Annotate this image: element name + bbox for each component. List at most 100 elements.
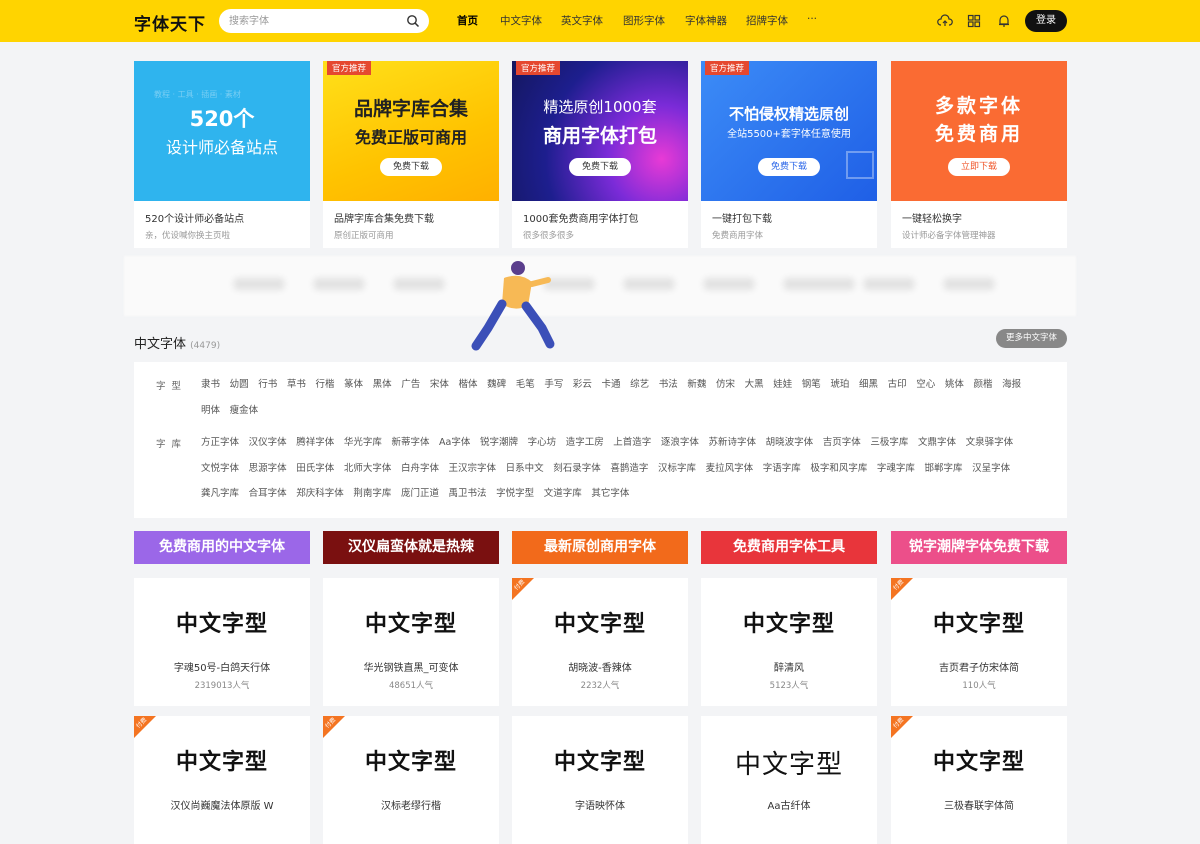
type-option[interactable]: 书法 [659, 372, 678, 398]
type-option[interactable]: 篆体 [344, 372, 363, 398]
lib-option[interactable]: 郑庆科字体 [296, 481, 344, 507]
lib-option[interactable]: Aa字体 [439, 430, 470, 456]
lib-option[interactable]: 王汉宗字体 [449, 456, 497, 482]
type-option[interactable]: 姚体 [945, 372, 964, 398]
font-card[interactable]: 中文字型 华光钢铁直黑_可变体 48651人气 [323, 578, 499, 706]
free-download-button[interactable]: 免费下载 [758, 158, 820, 176]
lib-option[interactable]: 字悦字型 [496, 481, 534, 507]
type-option[interactable]: 黑体 [373, 372, 392, 398]
lib-option[interactable]: 汉呈字体 [972, 456, 1010, 482]
banner-card[interactable]: 教程 · 工具 · 插画 · 素材 520个 设计师必备站点 520个设计师必备… [134, 61, 310, 248]
login-button[interactable]: 登录 [1025, 10, 1067, 32]
lib-option[interactable]: 苏新诗字体 [709, 430, 757, 456]
promo-banner[interactable]: 最新原创商用字体 [512, 531, 688, 564]
banner-card[interactable]: 官方推荐 精选原创1000套 商用字体打包 免费下载 1000套免费商用字体打包… [512, 61, 688, 248]
site-logo[interactable]: 字体天下 [134, 10, 206, 35]
type-option[interactable]: 新魏 [687, 372, 706, 398]
font-card[interactable]: 中文字型 字魂50号-白鸽天行体 2319013人气 [134, 578, 310, 706]
free-download-button[interactable]: 免费下载 [569, 158, 631, 176]
lib-option[interactable]: 华光字库 [344, 430, 382, 456]
font-name[interactable]: 字语映怀体 [512, 797, 688, 812]
lib-option[interactable]: 其它字体 [591, 481, 629, 507]
lib-option[interactable]: 造字工房 [566, 430, 604, 456]
nav-signboard-fonts[interactable]: 招牌字体 [746, 13, 788, 28]
font-name[interactable]: 吉页君子仿宋体简 [891, 659, 1067, 674]
lib-option[interactable]: 字语字库 [763, 456, 801, 482]
type-option[interactable]: 行书 [258, 372, 277, 398]
type-option[interactable]: 魏碑 [487, 372, 506, 398]
lib-option[interactable]: 白舟字体 [401, 456, 439, 482]
lib-option[interactable]: 新蒂字体 [391, 430, 429, 456]
font-card[interactable]: 付费 中文字型 汉标老缪行楷 [323, 716, 499, 844]
lib-option[interactable]: 三极字库 [870, 430, 908, 456]
nav-home[interactable]: 首页 [457, 13, 478, 28]
banner-card[interactable]: 官方推荐 品牌字库合集 免费正版可商用 免费下载 品牌字库合集免费下载 原创正版… [323, 61, 499, 248]
type-option[interactable]: 综艺 [630, 372, 649, 398]
search-box[interactable] [219, 9, 429, 33]
lib-option[interactable]: 汉仪字体 [249, 430, 287, 456]
type-option[interactable]: 毛笔 [516, 372, 535, 398]
lib-option[interactable]: 汉标字库 [658, 456, 696, 482]
notification-bell-icon[interactable] [996, 13, 1012, 29]
type-option[interactable]: 行楷 [315, 372, 334, 398]
lib-option[interactable]: 荆南字库 [353, 481, 391, 507]
type-option[interactable]: 广告 [401, 372, 420, 398]
font-card[interactable]: 付费 中文字型 胡晓波-香辣体 2232人气 [512, 578, 688, 706]
lib-option[interactable]: 庞门正道 [401, 481, 439, 507]
font-name[interactable]: 汉仪尚巍魔法体原版 W [134, 797, 310, 812]
lib-option[interactable]: 文鼎字体 [918, 430, 956, 456]
type-option[interactable]: 琥珀 [830, 372, 849, 398]
lib-option[interactable]: 字魂字库 [877, 456, 915, 482]
type-option[interactable]: 大黑 [745, 372, 764, 398]
lib-option[interactable]: 腾祥字体 [296, 430, 334, 456]
lib-option[interactable]: 文悦字体 [201, 456, 239, 482]
type-option[interactable]: 楷体 [458, 372, 477, 398]
lib-option[interactable]: 麦拉风字体 [706, 456, 754, 482]
type-option[interactable]: 海报 [1002, 372, 1021, 398]
type-option[interactable]: 娃娃 [773, 372, 792, 398]
lib-option[interactable]: 禹卫书法 [449, 481, 487, 507]
font-name[interactable]: Aa古纤体 [701, 797, 877, 812]
font-name[interactable]: 胡晓波-香辣体 [512, 659, 688, 674]
lib-option[interactable]: 邯郸字库 [925, 456, 963, 482]
lib-option[interactable]: 文泉驿字体 [966, 430, 1014, 456]
lib-option[interactable]: 喜鹊造字 [610, 456, 648, 482]
promo-banner[interactable]: 锐字潮牌字体免费下载 [891, 531, 1067, 564]
download-now-button[interactable]: 立即下载 [948, 158, 1010, 176]
font-card[interactable]: 中文字型 Aa古纤体 [701, 716, 877, 844]
upload-cloud-icon[interactable] [937, 13, 953, 29]
lib-option[interactable]: 龚凡字库 [201, 481, 239, 507]
font-card[interactable]: 付费 中文字型 三极春联字体简 [891, 716, 1067, 844]
lib-option[interactable]: 字心坊 [528, 430, 557, 456]
search-input[interactable] [229, 13, 399, 29]
type-option[interactable]: 瘦金体 [230, 398, 259, 424]
nav-graphic-fonts[interactable]: 图形字体 [623, 13, 665, 28]
type-option[interactable]: 仿宋 [716, 372, 735, 398]
type-option[interactable]: 幼圆 [230, 372, 249, 398]
lib-option[interactable]: 思源字体 [249, 456, 287, 482]
font-name[interactable]: 华光钢铁直黑_可变体 [323, 659, 499, 674]
lib-option[interactable]: 日系中文 [506, 456, 544, 482]
type-option[interactable]: 细黑 [859, 372, 878, 398]
font-card[interactable]: 中文字型 醉清风 5123人气 [701, 578, 877, 706]
type-option[interactable]: 草书 [287, 372, 306, 398]
lib-option[interactable]: 逐浪字体 [661, 430, 699, 456]
font-name[interactable]: 字魂50号-白鸽天行体 [134, 659, 310, 674]
promo-banner[interactable]: 免费商用的中文字体 [134, 531, 310, 564]
type-option[interactable]: 明体 [201, 398, 220, 424]
lib-option[interactable]: 上首造字 [613, 430, 651, 456]
search-icon[interactable] [406, 14, 420, 28]
font-name[interactable]: 汉标老缪行楷 [323, 797, 499, 812]
type-option[interactable]: 宋体 [430, 372, 449, 398]
nav-font-tools[interactable]: 字体神器 [685, 13, 727, 28]
font-name[interactable]: 醉清风 [701, 659, 877, 674]
lib-option[interactable]: 胡晓波字体 [766, 430, 814, 456]
type-option[interactable]: 卡通 [602, 372, 621, 398]
type-option[interactable]: 空心 [916, 372, 935, 398]
font-name[interactable]: 三极春联字体简 [891, 797, 1067, 812]
lib-option[interactable]: 锐字潮牌 [480, 430, 518, 456]
type-option[interactable]: 彩云 [573, 372, 592, 398]
type-option[interactable]: 颜楷 [973, 372, 992, 398]
nav-english-fonts[interactable]: 英文字体 [561, 13, 603, 28]
more-chinese-fonts-button[interactable]: 更多中文字体 [996, 329, 1067, 348]
